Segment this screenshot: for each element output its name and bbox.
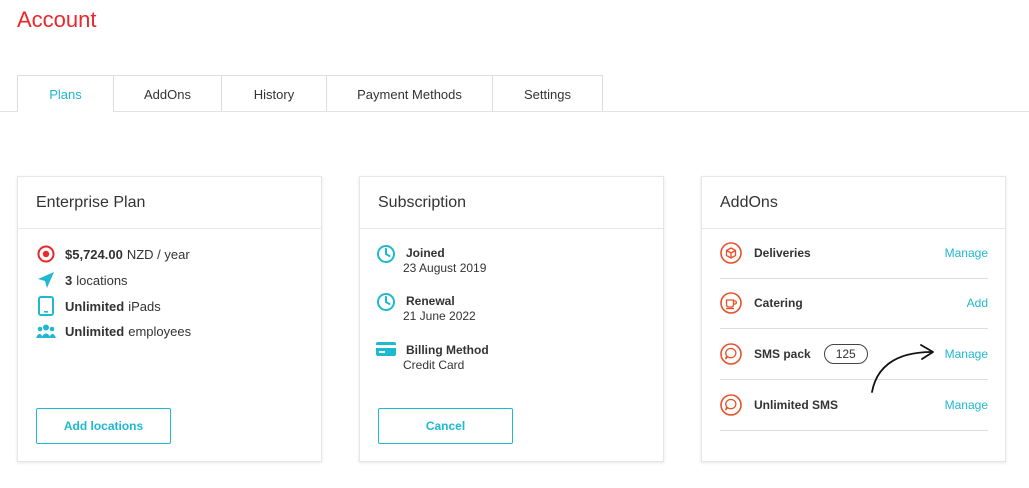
addon-row-sms-pack: SMS pack 125 Manage — [720, 329, 988, 380]
tab-addons[interactable]: AddOns — [114, 76, 222, 112]
plan-card: Enterprise Plan $5,724.00 NZD / year 3 loc… — [17, 176, 322, 462]
sms-count-badge: 125 — [823, 344, 868, 364]
plan-locations: 3 locations — [36, 270, 128, 290]
plan-employees: Unlimited employees — [36, 321, 191, 341]
page-title: Account — [17, 7, 97, 32]
addon-row-catering: Catering Add — [720, 278, 988, 329]
tab-bar: Plans AddOns History Payment Methods Set… — [17, 75, 603, 112]
addons-card-title: AddOns — [702, 177, 1005, 229]
clock-icon — [376, 292, 396, 312]
manage-sms-pack-link[interactable]: Manage — [945, 347, 988, 361]
plan-ipads: Unlimited iPads — [36, 296, 161, 316]
addon-row-unlimited-sms: Unlimited SMS Manage — [720, 380, 988, 431]
addon-row-deliveries: Deliveries Manage — [720, 228, 988, 279]
box-icon — [720, 242, 742, 264]
clock-icon — [376, 244, 396, 264]
manage-unlimited-sms-link[interactable]: Manage — [945, 398, 988, 412]
location-arrow-icon — [36, 270, 56, 290]
price-target-icon — [36, 244, 56, 264]
chat-bubble-icon — [720, 343, 742, 365]
tab-payment-methods[interactable]: Payment Methods — [327, 76, 493, 112]
plan-price: $5,724.00 NZD / year — [36, 244, 190, 264]
tab-plans[interactable]: Plans — [18, 76, 114, 112]
add-locations-button[interactable]: Add locations — [36, 408, 171, 444]
addon-name: Catering — [754, 296, 803, 310]
tab-history[interactable]: History — [222, 76, 327, 112]
tab-divider — [0, 111, 1029, 112]
addon-name: Deliveries — [754, 246, 811, 260]
tab-settings[interactable]: Settings — [493, 76, 602, 112]
credit-card-icon — [376, 341, 396, 361]
add-catering-link[interactable]: Add — [967, 296, 988, 310]
tablet-icon — [36, 296, 56, 316]
chat-bubble-icon — [720, 394, 742, 416]
subscription-card: Subscription Joined 23 August 2019 Renew… — [359, 176, 664, 462]
plan-card-title: Enterprise Plan — [18, 177, 321, 229]
coffee-cup-icon — [720, 292, 742, 314]
addon-name: Unlimited SMS — [754, 398, 839, 412]
cancel-button[interactable]: Cancel — [378, 408, 513, 444]
annotation-arrow-icon — [871, 344, 934, 393]
addon-name: SMS pack — [754, 347, 811, 361]
addons-card: AddOns Deliveries Manage Catering Add SM… — [701, 176, 1006, 462]
manage-deliveries-link[interactable]: Manage — [945, 246, 988, 260]
subscription-card-title: Subscription — [360, 177, 663, 229]
people-icon — [36, 321, 56, 341]
